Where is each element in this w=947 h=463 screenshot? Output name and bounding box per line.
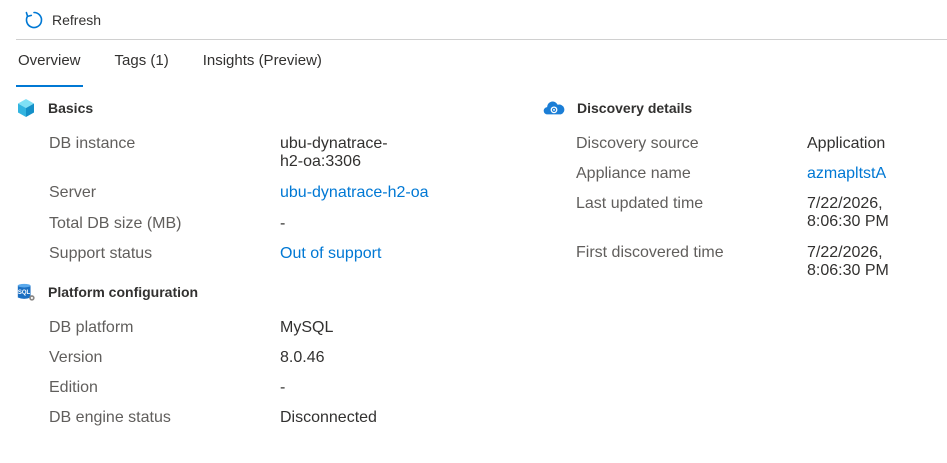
basics-title: Basics (48, 100, 94, 116)
version-value: 8.0.46 (280, 349, 325, 366)
cube-icon (16, 98, 36, 118)
command-bar: Refresh (16, 0, 947, 40)
first-discovered-value: 7/22/2026, 8:06:30 PM (807, 244, 889, 279)
overview-page: Refresh Overview Tags (1) Insights (Prev… (0, 0, 947, 463)
db-instance-label: DB instance (49, 135, 136, 152)
db-platform-label: DB platform (49, 319, 134, 336)
db-engine-status-value: Disconnected (280, 409, 377, 426)
sql-database-icon: SQL (16, 282, 36, 302)
tab-tags[interactable]: Tags (1) (113, 44, 171, 80)
platform-section-header: SQL Platform configuration (16, 282, 198, 302)
support-status-link[interactable]: Out of support (280, 245, 381, 263)
tab-insights[interactable]: Insights (Preview) (201, 44, 324, 80)
server-label: Server (49, 184, 97, 201)
last-updated-label: Last updated time (576, 195, 704, 212)
platform-title: Platform configuration (48, 284, 199, 300)
refresh-button[interactable]: Refresh (24, 10, 101, 30)
tab-bar: Overview Tags (1) Insights (Preview) (16, 44, 354, 87)
cloud-gear-icon (543, 98, 565, 118)
last-updated-value: 7/22/2026, 8:06:30 PM (807, 195, 889, 230)
first-discovered-label: First discovered time (576, 244, 724, 261)
edition-label: Edition (49, 379, 98, 396)
discovery-source-label: Discovery source (576, 135, 699, 152)
total-db-size-value: - (280, 215, 286, 232)
edition-value: - (280, 379, 286, 396)
appliance-name-label: Appliance name (576, 165, 691, 182)
server-link[interactable]: ubu-dynatrace-h2-oa (280, 184, 429, 202)
db-instance-value: ubu-dynatrace-h2-oa:3306 (280, 135, 388, 170)
basics-section-header: Basics (16, 98, 93, 118)
appliance-name-link[interactable]: azmapltstA (807, 165, 886, 183)
refresh-label: Refresh (52, 11, 102, 28)
tab-overview[interactable]: Overview (16, 44, 83, 87)
sql-icon-text: SQL (17, 290, 31, 296)
support-status-label: Support status (49, 245, 153, 262)
discovery-source-value: Application (807, 135, 886, 152)
total-db-size-label: Total DB size (MB) (49, 215, 182, 232)
version-label: Version (49, 349, 103, 366)
discovery-section-header: Discovery details (543, 98, 692, 118)
db-platform-value: MySQL (280, 319, 334, 336)
discovery-title: Discovery details (577, 100, 693, 116)
db-engine-status-label: DB engine status (49, 409, 171, 426)
refresh-icon (24, 10, 44, 30)
